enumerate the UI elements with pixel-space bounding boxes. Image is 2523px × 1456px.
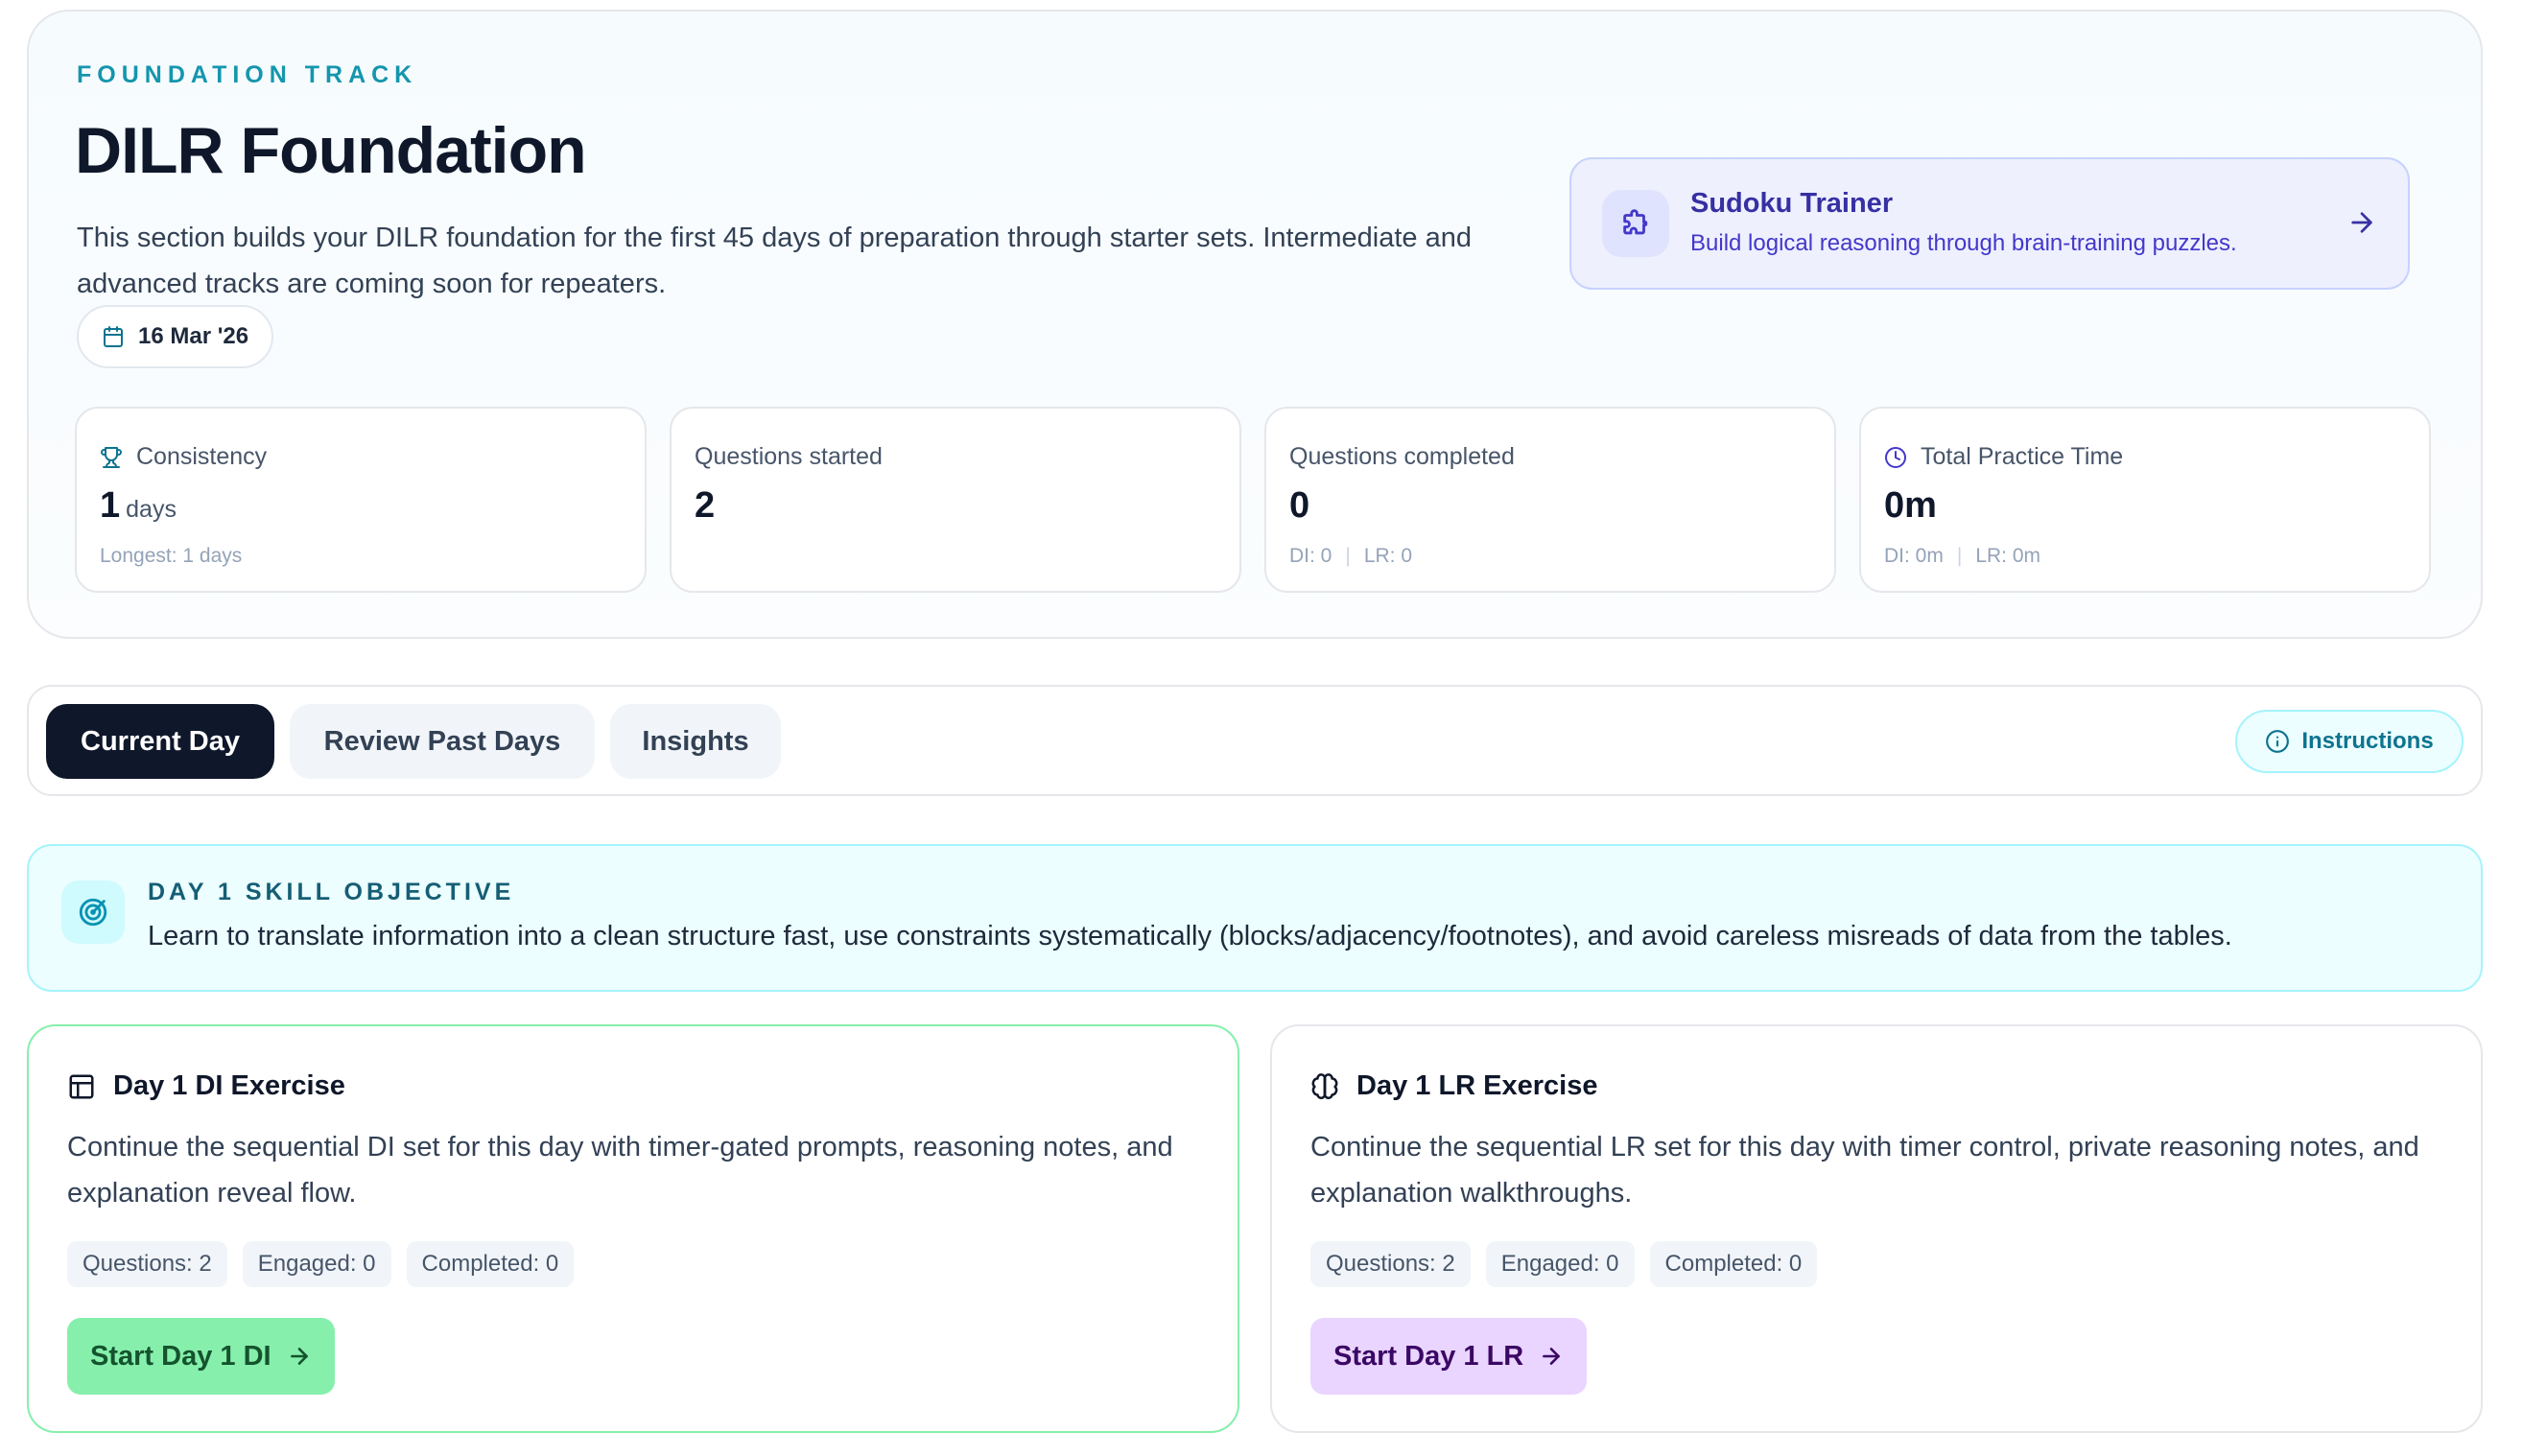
stat-time-value: 0m [1884,485,1937,526]
stat-consistency-label: Consistency [100,443,267,471]
lr-completed-chip: Completed: 0 [1649,1241,1818,1287]
page-title: DILR Foundation [75,114,587,187]
stat-started-value: 2 [695,485,716,526]
instructions-button[interactable]: Instructions [2235,710,2464,773]
foundation-header-card: FOUNDATION TRACK DILR Foundation This se… [27,10,2483,639]
stat-consistency-longest: Longest: 1 days [100,545,243,567]
lr-exercise-description: Continue the sequential LR set for this … [1310,1132,2419,1209]
arrow-right-icon [1543,1348,1561,1365]
calendar-icon [104,326,123,347]
objective-eyebrow: DAY 1 SKILL OBJECTIVE [148,879,515,905]
clock-icon [1885,446,1906,468]
table-icon [69,1074,94,1098]
tab-insights[interactable]: Insights [610,704,781,779]
stat-completed-label: Questions completed [1289,443,1515,470]
di-exercise-chips: Questions: 2 Engaged: 0 Completed: 0 [67,1241,575,1287]
info-icon [2266,730,2290,753]
stat-practice-time: Total Practice Time 0m DI: 0m | LR: 0m [1859,407,2431,593]
date-text: 16 Mar '26 [138,323,249,349]
start-lr-button[interactable]: Start Day 1 LR [1310,1318,1588,1395]
brain-icon [1311,1072,1338,1099]
stat-questions-completed: Questions completed 0 DI: 0 | LR: 0 [1264,407,1836,593]
di-exercise-card: Day 1 DI Exercise Continue the sequentia… [27,1024,1239,1433]
puzzle-icon [1623,209,1648,235]
objective-text: Learn to translate information into a cl… [148,921,2232,951]
sudoku-icon-wrap [1602,190,1669,257]
target-icon [79,898,107,927]
di-exercise-description: Continue the sequential DI set for this … [67,1132,1173,1209]
di-questions-chip: Questions: 2 [67,1241,227,1287]
tabs-bar: Current Day Review Past Days Insights In… [27,685,2483,796]
page-description: This section builds your DILR foundation… [77,223,1473,299]
di-completed-chip: Completed: 0 [406,1241,575,1287]
sudoku-trainer-link[interactable]: Sudoku Trainer Build logical reasoning t… [1569,157,2410,290]
date-badge: 16 Mar '26 [77,305,274,368]
trophy-icon [101,446,122,468]
sudoku-subtitle: Build logical reasoning through brain-tr… [1690,230,2237,256]
lr-exercise-card: Day 1 LR Exercise Continue the sequentia… [1270,1024,2483,1433]
lr-questions-chip: Questions: 2 [1310,1241,1471,1287]
lr-exercise-chips: Questions: 2 Engaged: 0 Completed: 0 [1310,1241,1818,1287]
start-di-button[interactable]: Start Day 1 DI [67,1318,335,1395]
objective-icon-wrap [61,881,125,944]
stat-completed-value: 0 [1289,485,1310,526]
stat-consistency: Consistency 1 days Longest: 1 days [75,407,647,593]
di-exercise-title: Day 1 DI Exercise [67,1070,345,1102]
stat-time-label: Total Practice Time [1884,443,2123,471]
tab-current-day[interactable]: Current Day [46,704,274,779]
stat-consistency-value: 1 days [100,485,177,526]
track-eyebrow: FOUNDATION TRACK [77,61,418,88]
di-engaged-chip: Engaged: 0 [242,1241,391,1287]
tab-review-past-days[interactable]: Review Past Days [290,704,595,779]
arrow-right-icon [2351,212,2372,233]
stat-completed-breakdown: DI: 0 | LR: 0 [1289,545,1413,567]
skill-objective-banner: DAY 1 SKILL OBJECTIVE Learn to translate… [27,844,2483,992]
sudoku-title: Sudoku Trainer [1690,188,1894,219]
lr-exercise-title: Day 1 LR Exercise [1310,1070,1597,1102]
lr-engaged-chip: Engaged: 0 [1485,1241,1635,1287]
stat-time-breakdown: DI: 0m | LR: 0m [1884,545,2040,567]
stat-started-label: Questions started [695,443,883,470]
arrow-right-icon [290,1348,308,1365]
stat-questions-started: Questions started 2 [670,407,1241,593]
